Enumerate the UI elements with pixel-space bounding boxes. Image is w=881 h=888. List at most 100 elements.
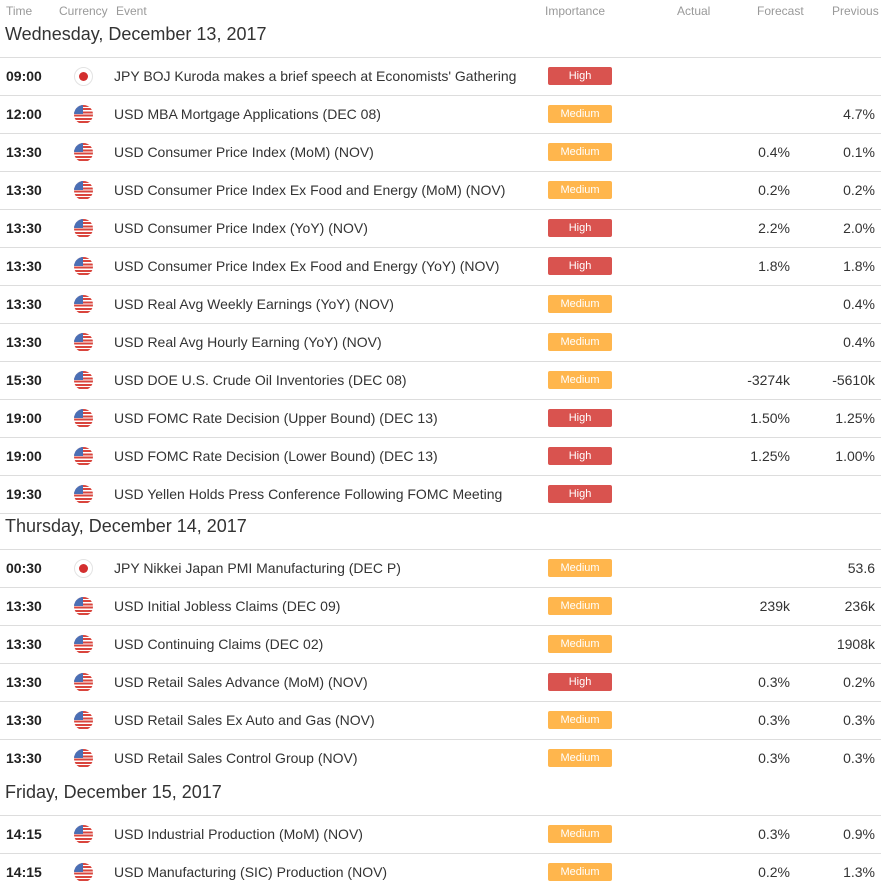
header-currency[interactable]: Currency bbox=[59, 4, 108, 18]
event-previous: 0.2% bbox=[843, 674, 875, 690]
event-row[interactable]: 19:30 USD Yellen Holds Press Conference F… bbox=[0, 475, 881, 513]
event-name[interactable]: USD Yellen Holds Press Conference Follow… bbox=[114, 476, 502, 513]
event-name[interactable]: USD Consumer Price Index Ex Food and Ene… bbox=[114, 248, 499, 285]
event-time: 19:00 bbox=[6, 448, 42, 464]
event-row[interactable]: 13:30 USD Consumer Price Index (YoY) (NOV… bbox=[0, 209, 881, 247]
importance-badge: Medium bbox=[548, 105, 612, 123]
event-forecast bbox=[710, 324, 790, 361]
header-actual[interactable]: Actual bbox=[677, 4, 710, 18]
event-actual bbox=[640, 172, 720, 209]
event-actual bbox=[640, 58, 720, 95]
event-actual bbox=[640, 286, 720, 323]
event-actual bbox=[640, 362, 720, 399]
event-actual bbox=[640, 324, 720, 361]
event-time: 13:30 bbox=[6, 334, 42, 350]
event-previous: 1.00% bbox=[835, 448, 875, 464]
event-name[interactable]: USD Real Avg Weekly Earnings (YoY) (NOV) bbox=[114, 286, 394, 323]
us-flag-icon bbox=[74, 863, 93, 882]
event-forecast: 1.25% bbox=[750, 448, 790, 464]
event-time: 13:30 bbox=[6, 182, 42, 198]
importance-badge: Medium bbox=[548, 863, 612, 881]
event-actual bbox=[640, 854, 720, 888]
event-name[interactable]: USD Industrial Production (MoM) (NOV) bbox=[114, 816, 363, 853]
event-row[interactable]: 13:30 USD Retail Sales Ex Auto and Gas (N… bbox=[0, 701, 881, 739]
event-time: 14:15 bbox=[6, 864, 42, 880]
event-actual bbox=[640, 588, 720, 625]
event-previous bbox=[795, 58, 875, 95]
event-name[interactable]: USD Real Avg Hourly Earning (YoY) (NOV) bbox=[114, 324, 382, 361]
divider bbox=[0, 513, 881, 514]
event-name[interactable]: USD Consumer Price Index (MoM) (NOV) bbox=[114, 134, 374, 171]
event-time: 19:00 bbox=[6, 410, 42, 426]
event-actual bbox=[640, 550, 720, 587]
event-time: 13:30 bbox=[6, 220, 42, 236]
event-row[interactable]: 13:30 USD Consumer Price Index (MoM) (NOV… bbox=[0, 133, 881, 171]
event-forecast: 0.2% bbox=[758, 182, 790, 198]
day-heading: Thursday, December 14, 2017 bbox=[5, 516, 247, 536]
header-time[interactable]: Time bbox=[6, 4, 32, 18]
event-row[interactable]: 13:30 USD Consumer Price Index Ex Food an… bbox=[0, 171, 881, 209]
importance-badge: Medium bbox=[548, 749, 612, 767]
event-forecast: 239k bbox=[759, 598, 790, 614]
jp-flag-icon bbox=[74, 67, 93, 86]
event-actual bbox=[640, 664, 720, 701]
event-name[interactable]: USD Consumer Price Index (YoY) (NOV) bbox=[114, 210, 368, 247]
importance-badge: Medium bbox=[548, 371, 612, 389]
event-name[interactable]: USD FOMC Rate Decision (Upper Bound) (DE… bbox=[114, 400, 438, 437]
event-forecast: 1.8% bbox=[758, 258, 790, 274]
event-row[interactable]: 19:00 USD FOMC Rate Decision (Lower Bound… bbox=[0, 437, 881, 475]
event-row[interactable]: 09:00 JPY BOJ Kuroda makes a brief speech… bbox=[0, 57, 881, 95]
event-row[interactable]: 15:30 USD DOE U.S. Crude Oil Inventories … bbox=[0, 361, 881, 399]
event-actual bbox=[640, 248, 720, 285]
event-name[interactable]: JPY BOJ Kuroda makes a brief speech at E… bbox=[114, 58, 516, 95]
event-name[interactable]: USD Initial Jobless Claims (DEC 09) bbox=[114, 588, 340, 625]
column-header: Time Currency Event Importance Actual Fo… bbox=[0, 0, 881, 22]
us-flag-icon bbox=[74, 143, 93, 162]
importance-badge: Medium bbox=[548, 143, 612, 161]
header-importance[interactable]: Importance bbox=[545, 4, 605, 18]
event-name[interactable]: USD Continuing Claims (DEC 02) bbox=[114, 626, 323, 663]
event-row[interactable]: 19:00 USD FOMC Rate Decision (Upper Bound… bbox=[0, 399, 881, 437]
event-row[interactable]: 13:30 USD Retail Sales Control Group (NOV… bbox=[0, 739, 881, 777]
event-previous: 4.7% bbox=[843, 106, 875, 122]
event-previous: 53.6 bbox=[847, 560, 875, 576]
event-name[interactable]: USD FOMC Rate Decision (Lower Bound) (DE… bbox=[114, 438, 438, 475]
event-previous: -5610k bbox=[832, 372, 875, 388]
event-row[interactable]: 13:30 USD Real Avg Weekly Earnings (YoY) … bbox=[0, 285, 881, 323]
event-row[interactable]: 13:30 USD Retail Sales Advance (MoM) (NOV… bbox=[0, 663, 881, 701]
importance-badge: High bbox=[548, 673, 612, 691]
event-row[interactable]: 13:30 USD Consumer Price Index Ex Food an… bbox=[0, 247, 881, 285]
event-name[interactable]: USD Retail Sales Ex Auto and Gas (NOV) bbox=[114, 702, 375, 739]
event-name[interactable]: USD Retail Sales Advance (MoM) (NOV) bbox=[114, 664, 368, 701]
importance-badge: High bbox=[548, 257, 612, 275]
event-name[interactable]: USD Consumer Price Index Ex Food and Ene… bbox=[114, 172, 505, 209]
event-name[interactable]: USD MBA Mortgage Applications (DEC 08) bbox=[114, 96, 381, 133]
us-flag-icon bbox=[74, 371, 93, 390]
event-actual bbox=[640, 626, 720, 663]
event-name[interactable]: USD Retail Sales Control Group (NOV) bbox=[114, 740, 358, 777]
event-previous: 1.3% bbox=[843, 864, 875, 880]
us-flag-icon bbox=[74, 333, 93, 352]
event-time: 13:30 bbox=[6, 636, 42, 652]
event-previous: 0.4% bbox=[843, 334, 875, 350]
event-name[interactable]: JPY Nikkei Japan PMI Manufacturing (DEC … bbox=[114, 550, 401, 587]
event-actual bbox=[640, 740, 720, 777]
jp-flag-icon bbox=[74, 559, 93, 578]
event-name[interactable]: USD Manufacturing (SIC) Production (NOV) bbox=[114, 854, 387, 888]
event-name[interactable]: USD DOE U.S. Crude Oil Inventories (DEC … bbox=[114, 362, 407, 399]
event-row[interactable]: 12:00 USD MBA Mortgage Applications (DEC … bbox=[0, 95, 881, 133]
event-forecast: 0.3% bbox=[758, 826, 790, 842]
event-forecast: 2.2% bbox=[758, 220, 790, 236]
header-event[interactable]: Event bbox=[116, 4, 147, 18]
event-row[interactable]: 14:15 USD Manufacturing (SIC) Production … bbox=[0, 853, 881, 888]
header-previous[interactable]: Previous bbox=[832, 4, 879, 18]
event-previous: 0.2% bbox=[843, 182, 875, 198]
us-flag-icon bbox=[74, 485, 93, 504]
header-forecast[interactable]: Forecast bbox=[757, 4, 804, 18]
event-row[interactable]: 14:15 USD Industrial Production (MoM) (NO… bbox=[0, 815, 881, 853]
event-row[interactable]: 13:30 USD Initial Jobless Claims (DEC 09)… bbox=[0, 587, 881, 625]
event-row[interactable]: 13:30 USD Real Avg Hourly Earning (YoY) (… bbox=[0, 323, 881, 361]
event-row[interactable]: 13:30 USD Continuing Claims (DEC 02) Mediu… bbox=[0, 625, 881, 663]
importance-badge: Medium bbox=[548, 295, 612, 313]
event-row[interactable]: 00:30 JPY Nikkei Japan PMI Manufacturing … bbox=[0, 549, 881, 587]
